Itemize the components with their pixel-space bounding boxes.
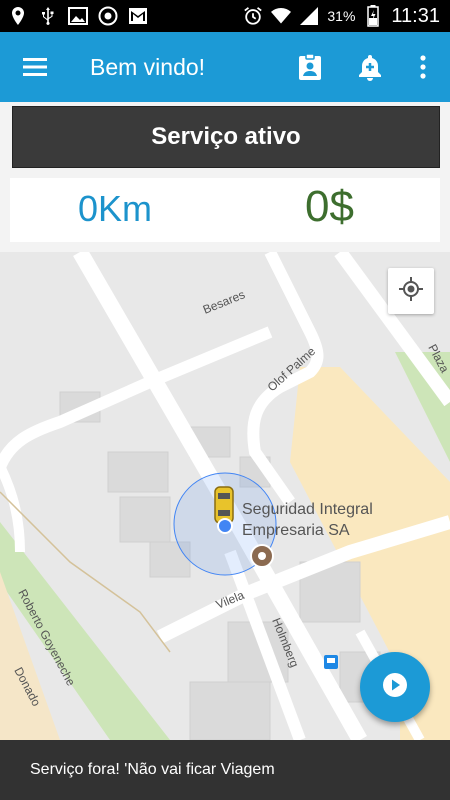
place-marker-icon[interactable] bbox=[250, 544, 274, 568]
chrome-icon bbox=[98, 6, 118, 26]
trip-stats: 0Km 0$ bbox=[10, 178, 440, 242]
gmail-icon bbox=[128, 6, 148, 26]
play-icon bbox=[381, 671, 409, 704]
distance-value: 0Km bbox=[78, 188, 153, 229]
battery-percent: 31% bbox=[327, 8, 356, 24]
price-value: 0$ bbox=[305, 182, 354, 231]
my-location-dot bbox=[217, 518, 233, 534]
crosshair-icon bbox=[398, 276, 424, 307]
clock-time: 11:31 bbox=[391, 4, 440, 27]
battery-icon bbox=[363, 5, 383, 27]
signal-icon bbox=[299, 6, 319, 26]
wifi-icon bbox=[271, 6, 292, 26]
service-panel: Serviço ativo 0Km 0$ bbox=[0, 102, 450, 252]
page-title: Bem vindo! bbox=[90, 54, 206, 80]
more-vert-icon[interactable] bbox=[408, 52, 438, 82]
place-name-line2: Empresaria SA bbox=[242, 522, 350, 539]
car-marker-icon[interactable] bbox=[214, 486, 234, 524]
place-name-line1: Seguridad Integral bbox=[242, 501, 373, 518]
start-trip-button[interactable] bbox=[360, 652, 430, 722]
app-bar: Bem vindo! bbox=[0, 32, 450, 102]
location-icon bbox=[8, 6, 28, 26]
service-status-button[interactable]: Serviço ativo bbox=[12, 106, 440, 168]
clipboard-icon[interactable] bbox=[295, 52, 325, 82]
snackbar-message: Serviço fora! 'Não vai ficar Viagem bbox=[30, 761, 275, 778]
bus-stop-icon[interactable] bbox=[324, 655, 338, 669]
image-icon bbox=[68, 6, 88, 26]
status-bar: 31% 11:31 bbox=[0, 0, 450, 32]
add-alert-icon[interactable] bbox=[355, 52, 385, 82]
usb-icon bbox=[38, 6, 58, 26]
my-location-button[interactable] bbox=[388, 268, 434, 314]
alarm-icon bbox=[243, 6, 263, 26]
snackbar: Serviço fora! 'Não vai ficar Viagem bbox=[0, 740, 450, 800]
menu-icon[interactable] bbox=[22, 54, 48, 80]
